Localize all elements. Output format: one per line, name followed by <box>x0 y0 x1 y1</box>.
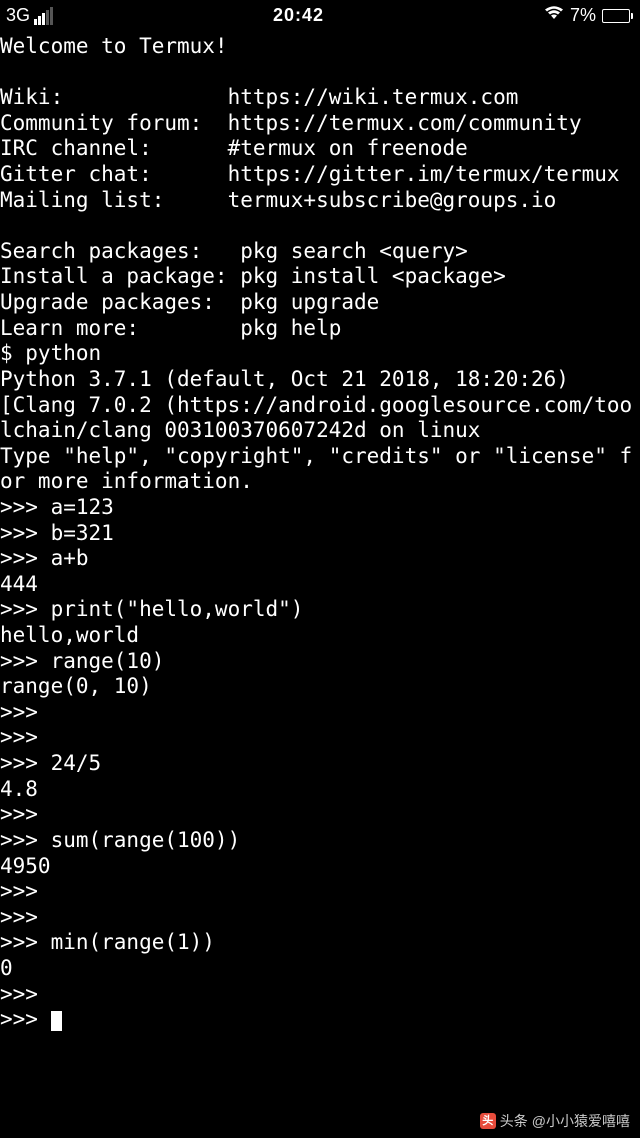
wifi-icon <box>544 5 564 27</box>
watermark-handle: @小小猿爱嘻嘻 <box>532 1113 630 1130</box>
watermark: 头 头条 @小小猿爱嘻嘻 <box>480 1113 630 1130</box>
watermark-prefix: 头条 <box>500 1113 528 1130</box>
clock-label: 20:42 <box>273 5 324 27</box>
status-bar-right: 7% <box>544 5 630 27</box>
battery-icon <box>602 9 630 23</box>
terminal-cursor <box>51 1011 62 1031</box>
network-type-label: 3G <box>6 5 30 27</box>
status-bar: 3G 20:42 7% <box>0 0 640 32</box>
status-bar-left: 3G <box>6 5 53 27</box>
battery-percent-label: 7% <box>570 5 596 27</box>
watermark-logo-icon: 头 <box>480 1113 496 1129</box>
signal-strength-icon <box>34 7 53 25</box>
terminal-output[interactable]: Welcome to Termux! Wiki: https://wiki.te… <box>0 32 640 1033</box>
